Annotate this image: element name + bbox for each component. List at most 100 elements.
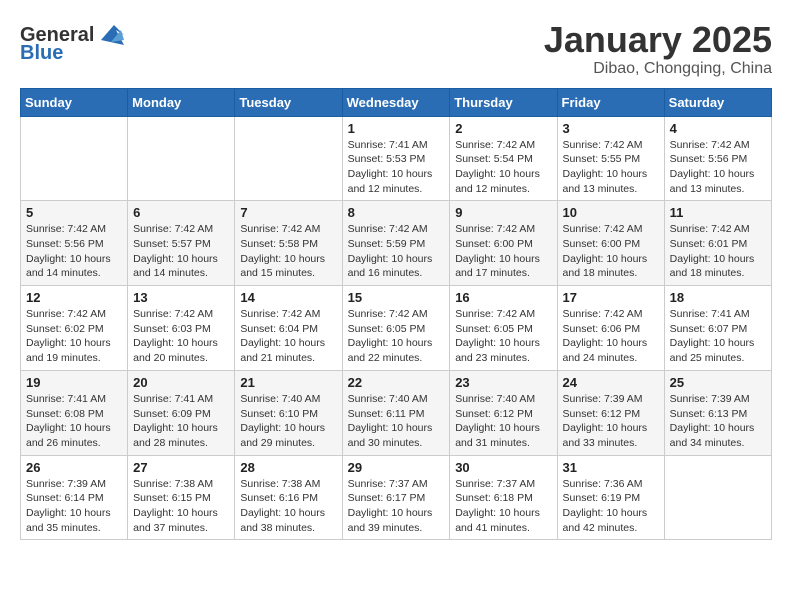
calendar-cell: 13 Sunrise: 7:42 AM Sunset: 6:03 PM Dayli… [128,286,235,371]
weekday-header: Wednesday [342,88,450,116]
day-info: Sunrise: 7:42 AM Sunset: 5:57 PM Dayligh… [133,222,229,281]
calendar-cell: 3Sunrise: 7:42 AM Sunset: 5:55 PM Daylig… [557,116,664,201]
day-info: Sunrise: 7:41 AM Sunset: 6:07 PM Dayligh… [670,307,766,366]
day-info: Sunrise: 7:42 AM Sunset: 5:59 PM Dayligh… [348,222,445,281]
calendar-cell: 16 Sunrise: 7:42 AM Sunset: 6:05 PM Dayli… [450,286,557,371]
day-info: Sunrise: 7:41 AM Sunset: 5:53 PM Dayligh… [348,138,445,197]
day-number: 23 [455,375,551,390]
calendar-cell: 30 Sunrise: 7:37 AM Sunset: 6:18 PM Dayli… [450,455,557,540]
logo-icon [96,20,126,50]
calendar-cell: 1Sunrise: 7:41 AM Sunset: 5:53 PM Daylig… [342,116,450,201]
calendar-cell: 11 Sunrise: 7:42 AM Sunset: 6:01 PM Dayli… [664,201,771,286]
calendar-cell: 7 Sunrise: 7:42 AM Sunset: 5:58 PM Daylig… [235,201,342,286]
calendar-cell: 24Sunrise: 7:39 AM Sunset: 6:12 PM Dayli… [557,370,664,455]
calendar-cell: 9 Sunrise: 7:42 AM Sunset: 6:00 PM Daylig… [450,201,557,286]
day-info: Sunrise: 7:37 AM Sunset: 6:18 PM Dayligh… [455,477,551,536]
day-number: 2 [455,121,551,136]
weekday-header: Friday [557,88,664,116]
calendar-week-row: 12 Sunrise: 7:42 AM Sunset: 6:02 PM Dayli… [21,286,772,371]
day-info: Sunrise: 7:42 AM Sunset: 6:02 PM Dayligh… [26,307,122,366]
day-info: Sunrise: 7:38 AM Sunset: 6:16 PM Dayligh… [240,477,336,536]
calendar-cell: 2 Sunrise: 7:42 AM Sunset: 5:54 PM Daylig… [450,116,557,201]
day-number: 4 [670,121,766,136]
title-block: January 2025 Dibao, Chongqing, China [544,20,772,78]
calendar-cell [128,116,235,201]
calendar-cell: 5 Sunrise: 7:42 AM Sunset: 5:56 PM Daylig… [21,201,128,286]
day-number: 31 [563,460,659,475]
day-info: Sunrise: 7:42 AM Sunset: 6:03 PM Dayligh… [133,307,229,366]
day-info: Sunrise: 7:42 AM Sunset: 6:06 PM Dayligh… [563,307,659,366]
calendar-week-row: 19 Sunrise: 7:41 AM Sunset: 6:08 PM Dayli… [21,370,772,455]
day-number: 11 [670,205,766,220]
day-info: Sunrise: 7:42 AM Sunset: 6:00 PM Dayligh… [563,222,659,281]
day-number: 22 [348,375,445,390]
calendar-cell: 6 Sunrise: 7:42 AM Sunset: 5:57 PM Daylig… [128,201,235,286]
day-info: Sunrise: 7:40 AM Sunset: 6:10 PM Dayligh… [240,392,336,451]
day-info: Sunrise: 7:42 AM Sunset: 6:05 PM Dayligh… [455,307,551,366]
day-info: Sunrise: 7:42 AM Sunset: 6:00 PM Dayligh… [455,222,551,281]
calendar-week-row: 26Sunrise: 7:39 AM Sunset: 6:14 PM Dayli… [21,455,772,540]
calendar-subtitle: Dibao, Chongqing, China [544,60,772,78]
page-header: General Blue January 2025 Dibao, Chongqi… [20,20,772,78]
calendar-cell: 29Sunrise: 7:37 AM Sunset: 6:17 PM Dayli… [342,455,450,540]
day-number: 25 [670,375,766,390]
weekday-header: Thursday [450,88,557,116]
day-info: Sunrise: 7:42 AM Sunset: 6:04 PM Dayligh… [240,307,336,366]
day-number: 5 [26,205,122,220]
day-info: Sunrise: 7:41 AM Sunset: 6:08 PM Dayligh… [26,392,122,451]
calendar-cell: 27 Sunrise: 7:38 AM Sunset: 6:15 PM Dayli… [128,455,235,540]
weekday-header: Saturday [664,88,771,116]
day-info: Sunrise: 7:38 AM Sunset: 6:15 PM Dayligh… [133,477,229,536]
day-number: 12 [26,290,122,305]
calendar-cell [235,116,342,201]
day-number: 19 [26,375,122,390]
day-number: 30 [455,460,551,475]
calendar-table: SundayMondayTuesdayWednesdayThursdayFrid… [20,88,772,541]
day-number: 13 [133,290,229,305]
day-info: Sunrise: 7:42 AM Sunset: 5:56 PM Dayligh… [26,222,122,281]
calendar-title: January 2025 [544,20,772,60]
calendar-cell: 22 Sunrise: 7:40 AM Sunset: 6:11 PM Dayli… [342,370,450,455]
calendar-cell: 8 Sunrise: 7:42 AM Sunset: 5:59 PM Daylig… [342,201,450,286]
day-number: 28 [240,460,336,475]
day-info: Sunrise: 7:40 AM Sunset: 6:11 PM Dayligh… [348,392,445,451]
weekday-header: Tuesday [235,88,342,116]
calendar-cell: 28 Sunrise: 7:38 AM Sunset: 6:16 PM Dayli… [235,455,342,540]
day-info: Sunrise: 7:40 AM Sunset: 6:12 PM Dayligh… [455,392,551,451]
calendar-cell: 26Sunrise: 7:39 AM Sunset: 6:14 PM Dayli… [21,455,128,540]
calendar-cell: 15 Sunrise: 7:42 AM Sunset: 6:05 PM Dayli… [342,286,450,371]
day-number: 9 [455,205,551,220]
day-info: Sunrise: 7:42 AM Sunset: 5:58 PM Dayligh… [240,222,336,281]
day-number: 15 [348,290,445,305]
weekday-header-row: SundayMondayTuesdayWednesdayThursdayFrid… [21,88,772,116]
day-number: 8 [348,205,445,220]
day-number: 18 [670,290,766,305]
day-info: Sunrise: 7:39 AM Sunset: 6:14 PM Dayligh… [26,477,122,536]
day-info: Sunrise: 7:37 AM Sunset: 6:17 PM Dayligh… [348,477,445,536]
day-number: 16 [455,290,551,305]
day-number: 21 [240,375,336,390]
day-number: 7 [240,205,336,220]
calendar-cell: 21 Sunrise: 7:40 AM Sunset: 6:10 PM Dayli… [235,370,342,455]
calendar-cell [664,455,771,540]
logo-blue-text: Blue [20,42,63,65]
day-info: Sunrise: 7:41 AM Sunset: 6:09 PM Dayligh… [133,392,229,451]
day-number: 27 [133,460,229,475]
calendar-cell [21,116,128,201]
weekday-header: Sunday [21,88,128,116]
day-info: Sunrise: 7:42 AM Sunset: 6:05 PM Dayligh… [348,307,445,366]
day-number: 17 [563,290,659,305]
day-number: 14 [240,290,336,305]
day-number: 6 [133,205,229,220]
day-info: Sunrise: 7:42 AM Sunset: 5:56 PM Dayligh… [670,138,766,197]
day-info: Sunrise: 7:42 AM Sunset: 6:01 PM Dayligh… [670,222,766,281]
calendar-cell: 20Sunrise: 7:41 AM Sunset: 6:09 PM Dayli… [128,370,235,455]
calendar-cell: 10Sunrise: 7:42 AM Sunset: 6:00 PM Dayli… [557,201,664,286]
day-info: Sunrise: 7:42 AM Sunset: 5:54 PM Dayligh… [455,138,551,197]
calendar-cell: 14 Sunrise: 7:42 AM Sunset: 6:04 PM Dayli… [235,286,342,371]
calendar-week-row: 1Sunrise: 7:41 AM Sunset: 5:53 PM Daylig… [21,116,772,201]
day-info: Sunrise: 7:36 AM Sunset: 6:19 PM Dayligh… [563,477,659,536]
day-info: Sunrise: 7:39 AM Sunset: 6:13 PM Dayligh… [670,392,766,451]
calendar-cell: 18 Sunrise: 7:41 AM Sunset: 6:07 PM Dayli… [664,286,771,371]
day-info: Sunrise: 7:39 AM Sunset: 6:12 PM Dayligh… [563,392,659,451]
